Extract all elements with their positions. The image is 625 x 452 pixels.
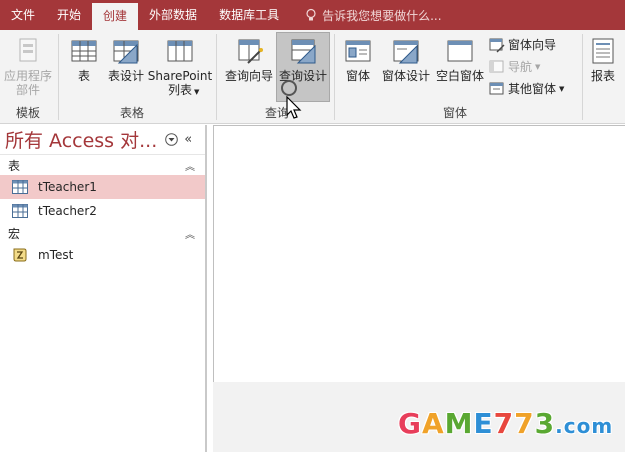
form-button[interactable]: 窗体 — [340, 36, 376, 83]
nav-pane-title[interactable]: 所有 Access 对... — [5, 126, 157, 153]
blank-form-icon — [447, 40, 473, 62]
watermark-logo: G A M E 7 7 3 . com — [398, 407, 613, 440]
more-forms-label: 其他窗体 — [508, 82, 557, 96]
watermark-char: M — [444, 407, 474, 440]
macro-icon — [13, 248, 27, 262]
group-separator — [582, 34, 583, 120]
nav-section-tables[interactable]: 表 ︽ — [0, 155, 205, 175]
tab-home[interactable]: 开始 — [46, 0, 92, 30]
form-wizard-icon — [489, 38, 505, 52]
watermark-char: 7 — [514, 407, 535, 440]
nav-item-label: mTest — [38, 248, 74, 262]
navigation-label: 导航 — [508, 60, 533, 74]
tab-create[interactable]: 创建 — [92, 3, 139, 30]
tab-external-data[interactable]: 外部数据 — [138, 0, 208, 30]
query-design-icon — [291, 39, 316, 64]
table-label: 表 — [77, 69, 90, 83]
form-design-label: 窗体设计 — [381, 69, 430, 83]
tab-database-tools[interactable]: 数据库工具 — [208, 0, 290, 30]
sharepoint-list-label: SharePoint 列表 — [147, 69, 213, 97]
nav-section-macros[interactable]: 宏 ︽ — [0, 223, 205, 243]
sharepoint-list-button[interactable]: SharePoint 列表 ▼ — [148, 36, 212, 97]
dropdown-arrow-icon: ▼ — [194, 88, 200, 96]
watermark-char: G — [398, 407, 422, 440]
ribbon-tab-bar: 文件 开始 创建 外部数据 数据库工具 告诉我您想要做什么... — [0, 0, 625, 30]
table-icon — [12, 180, 28, 194]
document-workspace — [213, 125, 625, 382]
app-parts-button[interactable]: 应用程序 部件 — [2, 36, 54, 97]
watermark-char: 3 — [534, 407, 556, 440]
table-button[interactable]: 表 — [66, 36, 102, 83]
nav-item-mtest[interactable]: mTest — [0, 243, 205, 267]
report-button[interactable]: 报表 — [586, 36, 620, 83]
query-wizard-icon — [238, 39, 263, 64]
tab-file[interactable]: 文件 — [0, 0, 46, 30]
more-forms-icon — [489, 82, 504, 94]
watermark-char: 7 — [493, 407, 515, 440]
app-parts-label: 应用程序 部件 — [3, 69, 52, 97]
navigation-button[interactable]: 导航 ▼ — [489, 58, 540, 75]
nav-item-tteacher1[interactable]: tTeacher1 — [0, 175, 205, 199]
form-label: 窗体 — [345, 69, 370, 83]
report-icon — [592, 38, 614, 64]
form-design-button[interactable]: 窗体设计 — [378, 36, 434, 83]
query-wizard-label: 查询向导 — [224, 69, 273, 83]
group-separator — [216, 34, 217, 120]
form-wizard-button[interactable]: 窗体向导 — [489, 36, 556, 53]
query-wizard-button[interactable]: 查询向导 — [222, 36, 276, 83]
nav-item-label: tTeacher2 — [38, 204, 97, 218]
nav-section-label: 表 — [8, 158, 21, 173]
dropdown-arrow-icon: ▼ — [559, 84, 565, 93]
ribbon: 应用程序 部件 模板 表 表设计 SharePoint 列表 ▼ 表格 查询向导… — [0, 30, 625, 124]
lightbulb-icon — [306, 8, 316, 21]
chevron-up-icon[interactable]: ︽ — [185, 226, 195, 241]
group-label-template: 模板 — [15, 106, 40, 120]
watermark-char: com — [563, 414, 614, 438]
group-separator — [58, 34, 59, 120]
report-label: 报表 — [590, 69, 615, 83]
sharepoint-list-icon — [167, 40, 193, 62]
table-design-icon — [113, 40, 139, 64]
tell-me-search[interactable]: 告诉我您想要做什么... — [304, 0, 442, 30]
form-design-icon — [393, 40, 419, 64]
nav-section-label: 宏 — [8, 226, 21, 241]
nav-item-label: tTeacher1 — [38, 180, 97, 194]
form-wizard-label: 窗体向导 — [508, 38, 557, 52]
dropdown-arrow-icon: ▼ — [535, 62, 541, 71]
group-separator — [334, 34, 335, 120]
more-forms-button[interactable]: 其他窗体 ▼ — [489, 80, 564, 97]
group-label-forms: 窗体 — [442, 106, 467, 120]
watermark-char: E — [473, 407, 494, 440]
app-parts-icon — [19, 38, 37, 62]
cursor-ring — [281, 80, 297, 96]
form-icon — [345, 40, 371, 62]
navigation-pane: 所有 Access 对... « 表 ︽ tTeacher1 tTeacher2 — [0, 125, 207, 452]
collapse-pane-icon[interactable]: « — [184, 132, 192, 147]
chevron-down-circle-icon[interactable] — [165, 133, 179, 146]
mouse-cursor-icon — [286, 96, 302, 119]
watermark-char: . — [555, 414, 564, 438]
table-design-label: 表设计 — [107, 69, 144, 83]
table-icon — [12, 204, 28, 218]
blank-form-button[interactable]: 空白窗体 — [433, 36, 487, 83]
chevron-up-icon[interactable]: ︽ — [185, 158, 195, 173]
navigation-icon — [489, 60, 504, 72]
table-design-button[interactable]: 表设计 — [104, 36, 148, 83]
table-icon — [71, 40, 97, 62]
nav-pane-header: 所有 Access 对... « — [0, 125, 205, 155]
watermark-char: A — [421, 407, 445, 440]
blank-form-label: 空白窗体 — [435, 69, 484, 83]
tell-me-text: 告诉我您想要做什么... — [322, 8, 442, 23]
group-label-tables: 表格 — [119, 106, 144, 120]
nav-item-tteacher2[interactable]: tTeacher2 — [0, 199, 205, 223]
